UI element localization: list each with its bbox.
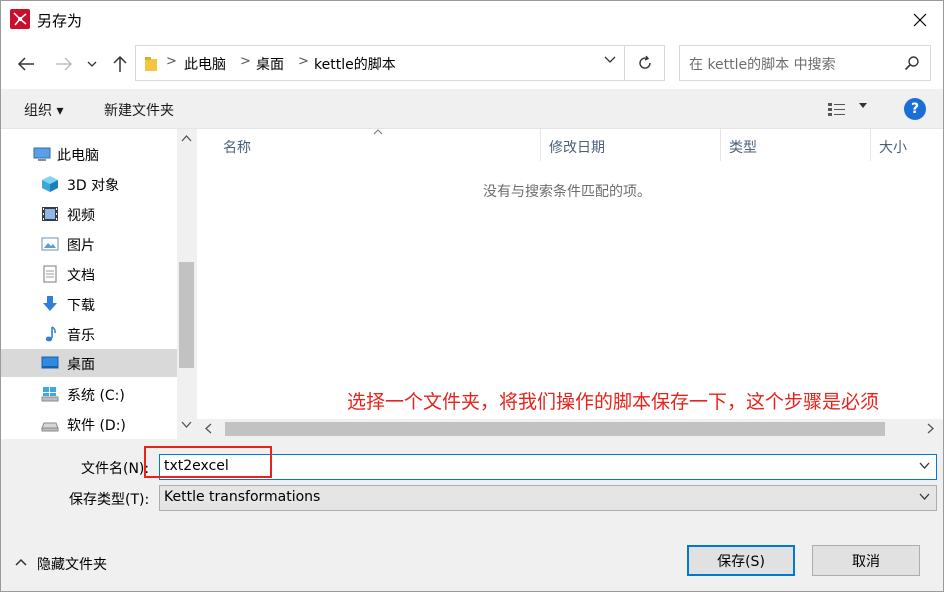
sidebar-item-3d-objects[interactable]: 3D 对象 bbox=[1, 170, 177, 198]
sort-ascending-icon bbox=[373, 129, 383, 135]
search-input[interactable]: 在 kettle的脚本 中搜索 bbox=[689, 54, 836, 74]
system-drive-icon bbox=[41, 387, 59, 402]
sidebar-item-label: 视频 bbox=[67, 208, 95, 224]
sidebar-item-label: 文档 bbox=[67, 268, 95, 284]
title-bar: 另存为 bbox=[1, 1, 943, 39]
refresh-button[interactable] bbox=[625, 45, 665, 81]
annotation-highlight-box bbox=[144, 446, 272, 478]
recent-locations-button[interactable] bbox=[82, 51, 102, 77]
cancel-button[interactable]: 取消 bbox=[812, 545, 920, 576]
breadcrumb-separator: > bbox=[166, 54, 177, 69]
file-list-horizontal-scrollbar[interactable] bbox=[197, 419, 943, 439]
sidebar-item-documents[interactable]: 文档 bbox=[1, 260, 177, 288]
dialog-title: 另存为 bbox=[37, 12, 83, 30]
sidebar-item-label: 下载 bbox=[67, 298, 95, 314]
new-folder-button[interactable]: 新建文件夹 bbox=[104, 100, 174, 120]
arrow-up-icon bbox=[113, 55, 127, 72]
sidebar-item-music[interactable]: 音乐 bbox=[1, 320, 177, 348]
column-divider[interactable] bbox=[870, 129, 871, 161]
sidebar-item-this-pc[interactable]: 此电脑 bbox=[1, 140, 177, 168]
command-toolbar: 组织 ▾ 新建文件夹 ? bbox=[1, 89, 943, 129]
forward-button[interactable] bbox=[51, 51, 77, 77]
cube-icon bbox=[42, 176, 58, 192]
chevron-down-icon bbox=[87, 61, 97, 67]
sidebar-item-label: 软件 (D:) bbox=[67, 418, 126, 434]
up-button[interactable] bbox=[107, 51, 133, 77]
chevron-down-icon[interactable] bbox=[919, 493, 930, 500]
column-header-type[interactable]: 类型 bbox=[729, 137, 757, 157]
close-button[interactable] bbox=[897, 1, 943, 39]
search-icon bbox=[904, 56, 919, 71]
help-icon[interactable]: ? bbox=[904, 98, 926, 120]
download-icon bbox=[43, 296, 57, 311]
sidebar-item-system-drive[interactable]: 系统 (C:) bbox=[1, 380, 177, 408]
navigation-bar: > 此电脑 > 桌面 > kettle的脚本 在 kettle的脚本 中搜索 bbox=[1, 39, 943, 89]
breadcrumb-separator: > bbox=[240, 54, 251, 69]
sidebar-item-pictures[interactable]: 图片 bbox=[1, 230, 177, 258]
refresh-icon bbox=[638, 55, 651, 69]
sidebar-item-label: 桌面 bbox=[67, 357, 95, 373]
chevron-right-icon[interactable] bbox=[927, 423, 934, 434]
chevron-down-icon[interactable] bbox=[604, 56, 616, 64]
caret-down-icon[interactable] bbox=[859, 103, 867, 109]
breadcrumb-this-pc[interactable]: 此电脑 bbox=[184, 54, 226, 74]
document-icon bbox=[43, 265, 57, 283]
column-divider[interactable] bbox=[720, 129, 721, 161]
chevron-left-icon[interactable] bbox=[205, 423, 212, 434]
desktop-icon bbox=[41, 356, 59, 369]
sidebar-item-label: 3D 对象 bbox=[67, 178, 120, 194]
navigation-pane: 此电脑 3D 对象 视频 图片 文档 下载 音乐 桌面 系统 (C:) 软件 (… bbox=[1, 129, 196, 439]
breadcrumb-desktop[interactable]: 桌面 bbox=[256, 54, 284, 74]
search-box[interactable]: 在 kettle的脚本 中搜索 bbox=[679, 45, 931, 81]
filetype-select[interactable]: Kettle transformations bbox=[159, 485, 937, 511]
drive-icon bbox=[41, 422, 59, 432]
save-as-dialog: 另存为 > 此电脑 > 桌面 > kettle的脚本 在 kettle的脚本 中… bbox=[0, 0, 944, 592]
breadcrumb-separator: > bbox=[298, 54, 309, 69]
kettle-app-icon bbox=[10, 9, 30, 29]
column-header-name[interactable]: 名称 bbox=[223, 137, 251, 157]
computer-icon bbox=[33, 147, 51, 161]
picture-icon bbox=[41, 237, 59, 251]
breadcrumb-kettle-scripts[interactable]: kettle的脚本 bbox=[314, 54, 396, 74]
video-icon bbox=[42, 207, 58, 221]
address-bar[interactable]: > 此电脑 > 桌面 > kettle的脚本 bbox=[135, 45, 625, 81]
sidebar-item-label: 图片 bbox=[67, 238, 95, 254]
filename-label: 文件名(N): bbox=[81, 461, 150, 477]
column-divider[interactable] bbox=[540, 129, 541, 161]
arrow-left-icon bbox=[17, 57, 34, 71]
chevron-down-icon[interactable] bbox=[919, 462, 930, 469]
sidebar-item-desktop[interactable]: 桌面 bbox=[1, 349, 177, 377]
tutorial-annotation: 选择一个文件夹，将我们操作的脚本保存一下，这个步骤是必须 bbox=[347, 391, 880, 413]
sidebar-item-software-drive[interactable]: 软件 (D:) bbox=[1, 410, 177, 438]
view-options-icon[interactable] bbox=[827, 101, 847, 117]
file-list: 名称 修改日期 类型 大小 没有与搜索条件匹配的项。 选择一个文件夹，将我们操作… bbox=[197, 129, 943, 439]
scrollbar-thumb[interactable] bbox=[179, 262, 194, 368]
hide-folders-label: 隐藏文件夹 bbox=[37, 557, 107, 573]
filetype-label: 保存类型(T): bbox=[69, 492, 150, 508]
folder-icon bbox=[145, 57, 157, 71]
empty-list-message: 没有与搜索条件匹配的项。 bbox=[483, 184, 651, 200]
organize-menu[interactable]: 组织 ▾ bbox=[24, 100, 63, 120]
sidebar-item-downloads[interactable]: 下载 bbox=[1, 290, 177, 318]
sidebar-item-label: 系统 (C:) bbox=[67, 388, 125, 404]
scrollbar-thumb[interactable] bbox=[225, 422, 885, 436]
column-header-size[interactable]: 大小 bbox=[879, 137, 907, 157]
chevron-up-icon bbox=[15, 558, 27, 566]
filetype-value: Kettle transformations bbox=[164, 489, 321, 505]
arrow-right-icon bbox=[56, 57, 73, 71]
chevron-up-icon[interactable] bbox=[181, 135, 192, 142]
back-button[interactable] bbox=[13, 51, 39, 77]
sidebar-item-label: 音乐 bbox=[67, 328, 95, 344]
close-icon bbox=[913, 13, 927, 27]
music-icon bbox=[45, 326, 56, 342]
sidebar-item-label: 此电脑 bbox=[57, 148, 99, 164]
navigation-pane-scrollbar[interactable] bbox=[177, 129, 196, 439]
save-button[interactable]: 保存(S) bbox=[687, 545, 795, 576]
chevron-down-icon[interactable] bbox=[181, 421, 192, 428]
column-header-date-modified[interactable]: 修改日期 bbox=[549, 137, 605, 157]
filename-field[interactable]: txt2excel bbox=[159, 454, 937, 480]
sidebar-item-videos[interactable]: 视频 bbox=[1, 200, 177, 228]
